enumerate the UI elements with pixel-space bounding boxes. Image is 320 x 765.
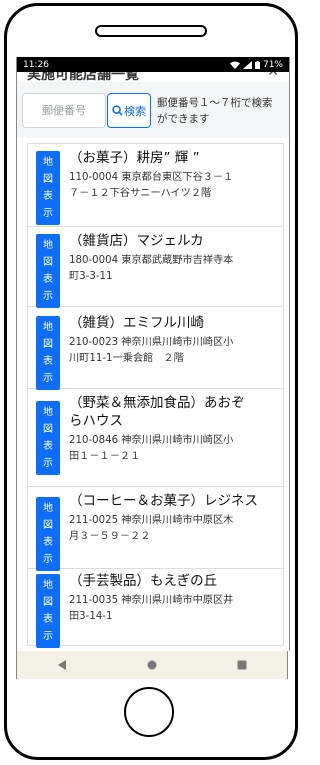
map-button-char: 地 xyxy=(43,580,53,591)
search-help-text: 郵便番号１〜７桁で検索 ができます xyxy=(157,97,273,125)
shop-info: （手芸製品）もえぎの丘 211-0035 神奈川県川崎市中原区井 田3-14-1 xyxy=(69,572,277,625)
map-button-char: 図 xyxy=(43,597,53,608)
signal-icon xyxy=(242,60,252,69)
shop-address-line: 町3-3-11 xyxy=(69,271,113,282)
map-button-char: 地 xyxy=(43,322,53,333)
shop-row: 地図表示 （雑貨店）マジェルカ 180-0004 東京都武蔵野市吉祥寺本 町3-3-1… xyxy=(28,227,283,308)
shop-address: 211-0025 神奈川県川崎市中原区木 月３－５９－２２ xyxy=(69,513,277,545)
shop-address-line: 211-0025 神奈川県川崎市中原区木 xyxy=(69,515,234,526)
shop-info: （コーヒー＆お菓子）レジネス 211-0025 神奈川県川崎市中原区木 月３－５９－… xyxy=(69,492,277,545)
shop-name: （コーヒー＆お菓子）レジネス xyxy=(69,492,277,510)
status-icons: 71% xyxy=(229,59,283,70)
shop-address-line: ７－１２下谷サニーハイツ２階 xyxy=(69,188,212,199)
shop-address-line: 月３－５９－２２ xyxy=(69,531,151,542)
map-button-char: 図 xyxy=(43,257,53,268)
back-icon[interactable] xyxy=(47,660,77,670)
shop-name: （雑貨店）マジェルカ xyxy=(69,232,277,250)
shop-row: 地図表示（野菜＆無添加食品）あおぞ らハウス 210-0846 神奈川県川崎市川崎区… xyxy=(28,389,283,487)
map-button-char: 表 xyxy=(43,274,53,285)
shop-row: 地図表示 （お菓子）耕房” 輝 ” 110-0004 東京都台東区下谷３－１ ７－１２… xyxy=(28,144,283,227)
close-icon[interactable]: ✕ xyxy=(267,72,279,80)
search-area: 検索 郵便番号１〜７桁で検索 ができます xyxy=(17,82,289,138)
map-button-char: 図 xyxy=(43,339,53,350)
map-button-char: 地 xyxy=(43,503,53,514)
android-nav-bar xyxy=(16,651,288,679)
map-display-button[interactable]: 地図表示 xyxy=(36,574,60,648)
map-button-char: 地 xyxy=(43,407,53,418)
shop-info: （雑貨）エミフル川崎 210-0023 神奈川県川崎市川崎区小 川町11-1一乗会館… xyxy=(69,314,277,367)
shop-address-line: 211-0035 神奈川県川崎市中原区井 xyxy=(69,595,234,606)
map-button-char: 表 xyxy=(43,614,53,625)
shop-name: （野菜＆無添加食品）あおぞ らハウス xyxy=(69,394,277,430)
map-button-char: 表 xyxy=(43,356,53,367)
page-title: 実施可能店舗一覧 xyxy=(27,72,139,82)
map-button-char: 示 xyxy=(43,208,53,219)
shop-row: 地図表示 （雑貨）エミフル川崎 210-0023 神奈川県川崎市川崎区小 川町11-1… xyxy=(28,307,283,390)
shop-address-line: 田3-14-1 xyxy=(69,611,113,622)
shop-name-line: らハウス xyxy=(69,413,123,429)
zip-search-input[interactable] xyxy=(22,93,106,128)
shop-address-line: 田１－１－２１ xyxy=(69,451,141,462)
physical-home-button[interactable] xyxy=(124,687,174,737)
shop-address-line: 110-0004 東京都台東区下谷３－１ xyxy=(69,172,234,183)
shop-address: 210-0846 神奈川県川崎市川崎区小 田１－１－２１ xyxy=(69,433,277,465)
search-icon xyxy=(112,105,123,116)
search-button[interactable]: 検索 xyxy=(107,93,151,128)
shop-address: 211-0035 神奈川県川崎市中原区井 田3-14-1 xyxy=(69,593,277,625)
shop-list: 地図表示（お菓子）耕房” 輝 ” 110-0004 東京都台東区下谷３－１ ７－１２… xyxy=(27,143,284,648)
map-button-char: 示 xyxy=(43,554,53,565)
shop-address: 110-0004 東京都台東区下谷３－１ ７－１２下谷サニーハイツ２階 xyxy=(69,170,277,202)
shop-name-line: （野菜＆無添加食品）あおぞ xyxy=(69,395,245,411)
shop-name: （お菓子）耕房” 輝 ” xyxy=(69,149,277,167)
shop-name-line: （雑貨店）マジェルカ xyxy=(69,233,204,249)
map-button-char: 示 xyxy=(43,291,53,302)
shop-address: 210-0023 神奈川県川崎市川崎区小 川町11-1一乗会館 ２階 xyxy=(69,335,277,367)
map-button-char: 地 xyxy=(43,157,53,168)
shop-name-line: （お菓子）耕房” 輝 ” xyxy=(69,150,200,166)
map-button-char: 図 xyxy=(43,520,53,531)
wifi-icon xyxy=(229,61,240,69)
page-title-strip: 実施可能店舗一覧 ✕ xyxy=(17,72,289,82)
map-display-button[interactable]: 地図表示 xyxy=(36,401,60,475)
recents-icon[interactable] xyxy=(227,660,257,670)
status-time: 11:26 xyxy=(23,59,49,70)
search-button-label: 検索 xyxy=(124,105,146,118)
map-display-button[interactable]: 地図表示 xyxy=(36,151,60,225)
map-display-button[interactable]: 地図表示 xyxy=(36,497,60,571)
map-button-char: 地 xyxy=(43,240,53,251)
shop-address-line: 210-0846 神奈川県川崎市川崎区小 xyxy=(69,435,234,446)
home-icon[interactable] xyxy=(137,660,167,670)
shop-address-line: 川町11-1一乗会館 ２階 xyxy=(69,353,184,364)
shop-name: （雑貨）エミフル川崎 xyxy=(69,314,277,332)
speaker-slot xyxy=(95,25,207,37)
shop-info: （雑貨店）マジェルカ 180-0004 東京都武蔵野市吉祥寺本 町3-3-11 xyxy=(69,232,277,285)
battery-icon xyxy=(254,60,260,69)
shop-address: 180-0004 東京都武蔵野市吉祥寺本 町3-3-11 xyxy=(69,253,277,285)
shop-name-line: （雑貨）エミフル川崎 xyxy=(69,315,204,331)
map-display-button[interactable]: 地図表示 xyxy=(36,316,60,390)
shop-row: 地図表示 （手芸製品）もえぎの丘 211-0035 神奈川県川崎市中原区井 田3-14… xyxy=(28,569,283,648)
shop-address-line: 210-0023 神奈川県川崎市川崎区小 xyxy=(69,337,234,348)
map-button-char: 図 xyxy=(43,174,53,185)
battery-percent: 71% xyxy=(262,59,283,70)
map-button-char: 示 xyxy=(43,631,53,642)
status-bar: 11:26 71% xyxy=(17,57,289,72)
shop-info: （野菜＆無添加食品）あおぞ らハウス 210-0846 神奈川県川崎市川崎区小 田１－… xyxy=(69,394,277,465)
map-button-char: 図 xyxy=(43,424,53,435)
shop-row: 地図表示 （コーヒー＆お菓子）レジネス 211-0025 神奈川県川崎市中原区木 月３… xyxy=(28,487,283,571)
screen: 11:26 71% 実施可能店舗一覧 ✕ 検索 郵便番号１ xyxy=(16,57,290,651)
shop-address-line: 180-0004 東京都武蔵野市吉祥寺本 xyxy=(69,255,234,266)
map-button-char: 表 xyxy=(43,537,53,548)
map-button-char: 示 xyxy=(43,458,53,469)
shop-name-line: （コーヒー＆お菓子）レジネス xyxy=(69,493,258,509)
map-button-char: 表 xyxy=(43,191,53,202)
map-display-button[interactable]: 地図表示 xyxy=(36,234,60,308)
shop-name: （手芸製品）もえぎの丘 xyxy=(69,572,277,590)
shop-name-line: （手芸製品）もえぎの丘 xyxy=(69,573,218,589)
map-button-char: 示 xyxy=(43,373,53,384)
map-button-char: 表 xyxy=(43,441,53,452)
shop-info: （お菓子）耕房” 輝 ” 110-0004 東京都台東区下谷３－１ ７－１２下谷サニ… xyxy=(69,149,277,202)
